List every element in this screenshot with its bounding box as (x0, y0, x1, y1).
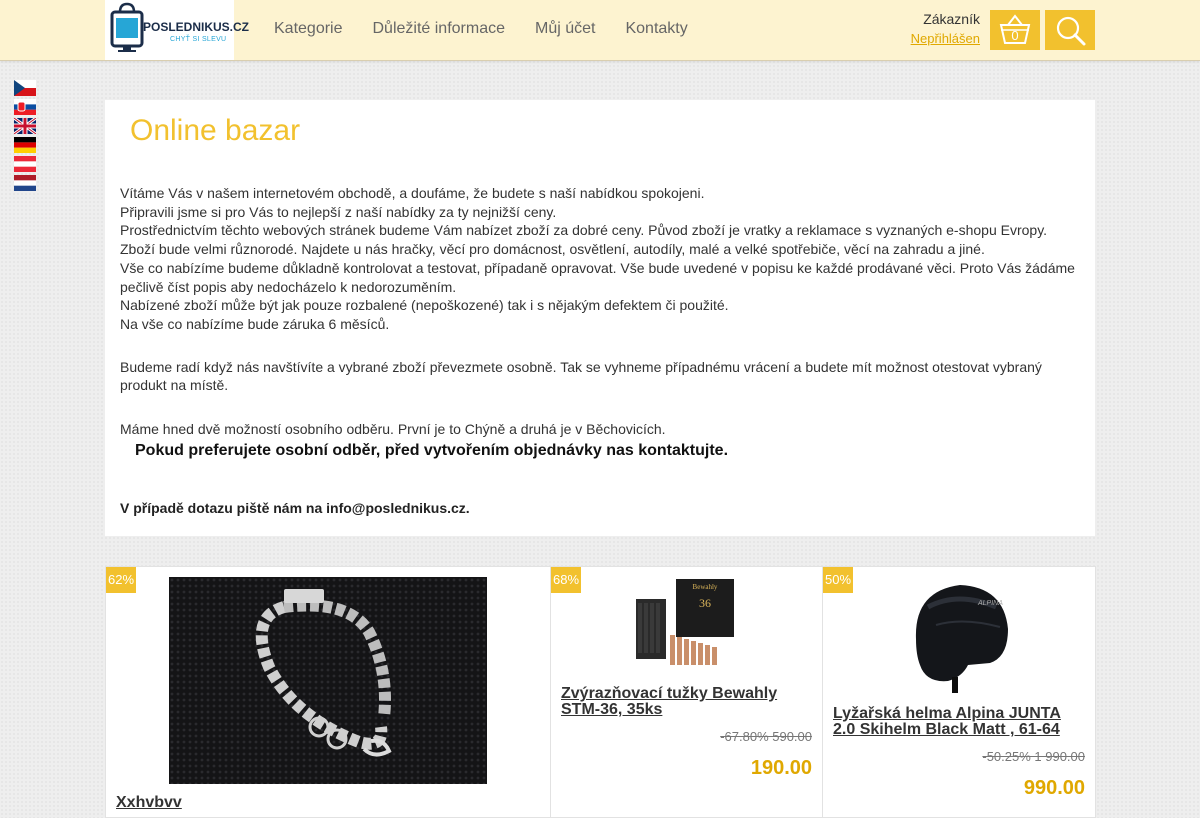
customer-box: Zákazník Nepřihlášen (911, 11, 980, 46)
flag-cz-icon[interactable] (14, 80, 36, 96)
intro-paragraph: Vše co nabízíme budeme důkladně kontrolo… (120, 259, 1075, 295)
helmet-brand: ALPINA (977, 600, 1003, 607)
discount-badge: 50% (823, 567, 853, 593)
intro-paragraph: Na vše co nabízíme bude záruka 6 měsíců. (120, 315, 390, 332)
logo-bag-icon (110, 2, 144, 52)
product-card[interactable]: 68% Bewahly 36 Zvýrazňovací tužky Bewahl… (550, 566, 823, 818)
product-card[interactable]: 62% Xxhvbvv (105, 566, 551, 818)
flag-de-icon[interactable] (14, 137, 36, 153)
box-label: Bewahly (693, 583, 718, 591)
discount-badge: 62% (106, 567, 136, 593)
intro-paragraph: Prostřednictvím těchto webových stránek … (120, 222, 1048, 239)
top-header: POSLEDNIKUS.CZ CHYŤ SI SLEVU Kategorie D… (0, 0, 1200, 61)
flag-nl-icon[interactable] (14, 175, 36, 191)
discount-badge: 68% (551, 567, 581, 593)
site-logo[interactable]: POSLEDNIKUS.CZ CHYŤ SI SLEVU (105, 0, 249, 60)
language-switcher (14, 80, 36, 194)
search-icon (1056, 16, 1086, 46)
intro-text: Vítáme Vás v našem internetovém obchodě,… (120, 184, 1080, 517)
cart-count: 0 (1011, 28, 1019, 43)
product-image-helmet[interactable]: ALPINA (908, 577, 1010, 695)
box-number: 36 (699, 596, 711, 610)
intro-paragraph: Vítáme Vás v našem internetovém obchodě,… (120, 185, 705, 201)
search-button[interactable] (1045, 10, 1095, 50)
pickup-paragraph: Budeme radí když nás navštívíte a vybran… (120, 358, 1042, 394)
nav-muj-ucet[interactable]: Můj účet (535, 20, 595, 38)
product-title[interactable]: Lyžařská helma Alpina JUNTA 2.0 Skihelm … (833, 706, 1073, 738)
product-title[interactable]: Zvýrazňovací tužky Bewahly STM-36, 35ks (561, 686, 801, 718)
pickup-notice: Pokud preferujete osobní odběr, před vyt… (135, 441, 729, 459)
product-price: 190.00 (750, 757, 812, 779)
login-status-link[interactable]: Nepřihlášen (911, 31, 980, 46)
locations-paragraph: Máme hned dvě možností osobního odběru. … (120, 421, 666, 438)
contact-info: V případě dotazu piště nám na info@posle… (120, 499, 470, 516)
product-price: 990.00 (1023, 777, 1085, 799)
flag-en-icon[interactable] (14, 118, 36, 134)
product-title[interactable]: Xxhvbvv (116, 795, 182, 811)
page-title: Online bazar (130, 114, 301, 147)
old-price: -67.80% 590.00 (720, 729, 812, 744)
intro-paragraph: Připravili jsme si pro Vás to nejlepší z… (120, 203, 557, 220)
logo-slogan: CHYŤ SI SLEVU (170, 36, 227, 43)
product-card[interactable]: 50% ALPINA Lyžařská helma Alpina JUNTA 2… (822, 566, 1096, 818)
cart-button[interactable]: 0 (990, 10, 1040, 50)
main-nav: Kategorie Důležité informace Můj účet Ko… (259, 20, 703, 38)
customer-label: Zákazník (923, 11, 980, 27)
logo-text: POSLEDNIKUS.CZ (143, 20, 250, 34)
nav-dulezite-informace[interactable]: Důležité informace (373, 20, 506, 38)
flag-at-icon[interactable] (14, 156, 36, 172)
product-image-bracelet[interactable] (169, 577, 487, 784)
nav-kontakty[interactable]: Kontakty (625, 20, 687, 38)
nav-kategorie[interactable]: Kategorie (274, 20, 343, 38)
intro-paragraph: Nabízené zboží může být jak pouze rozbal… (120, 297, 729, 314)
intro-paragraph: Zboží bude velmi různorodé. Najdete u ná… (120, 241, 985, 258)
old-price: -50.25% 1 990.00 (982, 749, 1085, 764)
flag-sk-icon[interactable] (14, 99, 36, 115)
intro-panel: Online bazar Vítáme Vás v našem internet… (105, 100, 1095, 536)
product-image-markers[interactable]: Bewahly 36 (636, 577, 736, 675)
